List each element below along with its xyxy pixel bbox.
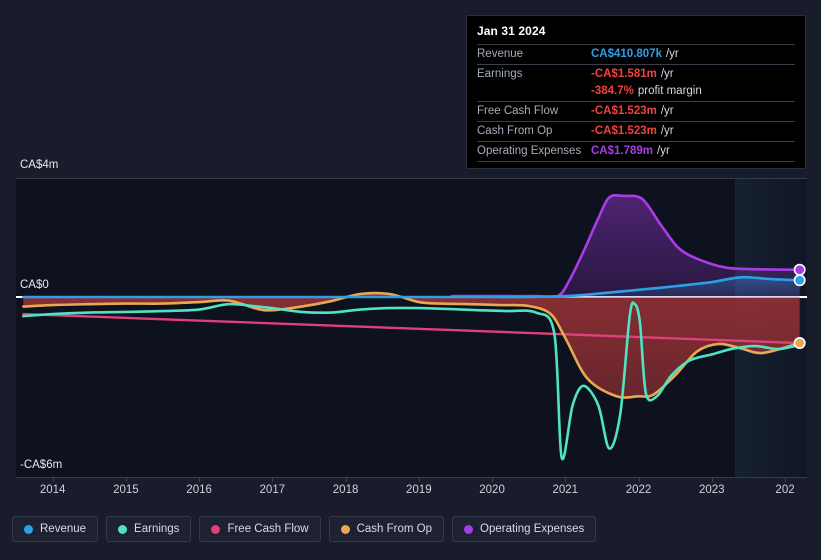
tooltip-row: Free Cash Flow -CA$1.523m/yr xyxy=(477,101,795,121)
legend-item-label: Free Cash Flow xyxy=(227,523,309,535)
tooltip-row-label: Revenue xyxy=(477,48,524,60)
tooltip-row-suffix: /yr xyxy=(660,68,674,80)
legend-item-operating-expenses[interactable]: Operating Expenses xyxy=(452,516,597,542)
tooltip-row-label: Operating Expenses xyxy=(477,145,582,157)
chart-page: CA$4m CA$0 -CA$6m 2014 2015 2016 2017 2018 20… xyxy=(0,0,821,560)
tooltip-row-label: Free Cash Flow xyxy=(477,105,559,117)
endpoint-marker-revenue xyxy=(793,274,806,287)
legend-item-label: Cash From Op xyxy=(356,523,433,535)
legend-item-label: Revenue xyxy=(40,523,87,535)
tooltip-bottom-rule xyxy=(477,161,795,162)
legend-color-dot-icon xyxy=(24,524,33,534)
legend-item-label: Earnings xyxy=(134,523,180,535)
legend-item-free-cash-flow[interactable]: Free Cash Flow xyxy=(199,516,321,542)
tooltip-row-suffix: profit margin xyxy=(637,85,702,97)
tooltip-row: Cash From Op -CA$1.523m/yr xyxy=(477,121,795,141)
tooltip-row-value: CA$410.807k xyxy=(591,48,662,60)
tooltip-date: Jan 31 2024 xyxy=(477,24,546,38)
endpoint-marker-cash-from-op xyxy=(793,337,806,350)
tooltip-row: Earnings -CA$1.581m/yr xyxy=(477,64,795,84)
legend-item-earnings[interactable]: Earnings xyxy=(106,516,192,542)
tooltip-row: Operating Expenses CA$1.789m/yr xyxy=(477,141,795,161)
legend-color-dot-icon xyxy=(211,524,221,534)
tooltip-rows: Revenue CA$410.807k/yr Earnings -CA$1.581m /… xyxy=(477,44,795,161)
tooltip-row-suffix: /yr xyxy=(660,105,674,117)
tooltip-row-value: CA$1.789m xyxy=(591,145,654,157)
tooltip-row-value: -CA$1.581m xyxy=(591,68,657,80)
legend-color-dot-icon xyxy=(118,524,128,534)
tooltip-row: -384.7% profit margin xyxy=(477,84,795,101)
tooltip-row-suffix: /yr xyxy=(657,145,670,157)
tooltip-row-label: Earnings xyxy=(477,68,523,80)
tooltip-row: Revenue CA$410.807k/yr xyxy=(477,44,795,64)
legend-item-revenue[interactable]: Revenue xyxy=(12,516,99,542)
tooltip-row-suffix: /yr xyxy=(660,125,674,137)
endpoint-marker-operating-expenses xyxy=(793,263,806,276)
tooltip-row-value: -384.7% xyxy=(591,85,634,97)
data-tooltip: Jan 31 2024 Revenue CA$410.807k/yr Earning… xyxy=(466,15,806,169)
legend-item-cash-from-op[interactable]: Cash From Op xyxy=(328,516,445,542)
tooltip-row-value: -CA$1.523m xyxy=(591,105,657,117)
tooltip-row-label: Cash From Op xyxy=(477,125,553,137)
legend-color-dot-icon xyxy=(340,524,350,534)
tooltip-row-value: -CA$1.523m xyxy=(591,125,657,137)
legend-color-dot-icon xyxy=(464,524,474,534)
legend-item-label: Operating Expenses xyxy=(480,523,585,535)
chart-legend: Revenue Earnings Free Cash Flow Cash From O… xyxy=(12,516,597,542)
tooltip-row-suffix: /yr xyxy=(665,48,679,60)
